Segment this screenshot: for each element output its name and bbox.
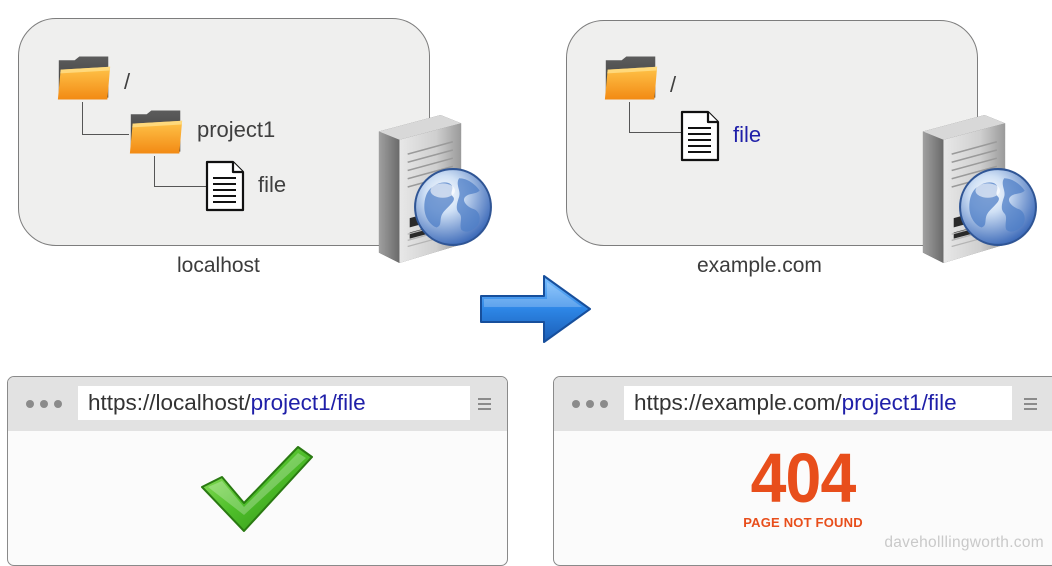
url-base: https://example.com/ — [634, 390, 842, 415]
url-path: project1/file — [250, 390, 366, 415]
tree-connector — [154, 156, 207, 187]
file-label: file — [733, 122, 762, 147]
menu-icon[interactable] — [478, 398, 491, 410]
arrow-right-icon — [480, 275, 591, 343]
file-icon — [680, 110, 720, 162]
example-com-label: example.com — [697, 254, 822, 277]
window-dots — [26, 397, 62, 411]
globe-icon — [957, 166, 1039, 248]
folder-icon — [603, 54, 659, 102]
menu-icon[interactable] — [1024, 398, 1037, 410]
project1-folder-label: project1 — [197, 117, 276, 142]
file-label: file — [258, 172, 287, 197]
checkmark-icon — [201, 446, 313, 532]
localhost-browser-window: https://localhost/project1/file — [7, 376, 508, 566]
localhost-label: localhost — [177, 254, 260, 277]
error-message: PAGE NOT FOUND — [743, 515, 863, 530]
root-folder-label: / — [670, 72, 677, 97]
watermark: daveholllingworth.com — [884, 534, 1044, 551]
browser-toolbar: https://localhost/project1/file — [8, 377, 507, 431]
address-bar[interactable]: https://example.com/project1/file — [624, 386, 1012, 420]
tree-connector — [82, 102, 129, 135]
file-icon — [205, 160, 245, 212]
tree-connector — [629, 102, 682, 133]
window-dots — [572, 397, 608, 411]
globe-icon — [412, 166, 494, 248]
folder-icon — [56, 54, 112, 102]
folder-icon — [128, 108, 184, 156]
url-path: project1/file — [841, 390, 957, 415]
root-folder-label: / — [124, 69, 131, 94]
url-base: https://localhost/ — [88, 390, 251, 415]
error-code: 404 — [750, 439, 857, 517]
browser-toolbar: https://example.com/project1/file — [554, 377, 1052, 431]
address-bar[interactable]: https://localhost/project1/file — [78, 386, 470, 420]
